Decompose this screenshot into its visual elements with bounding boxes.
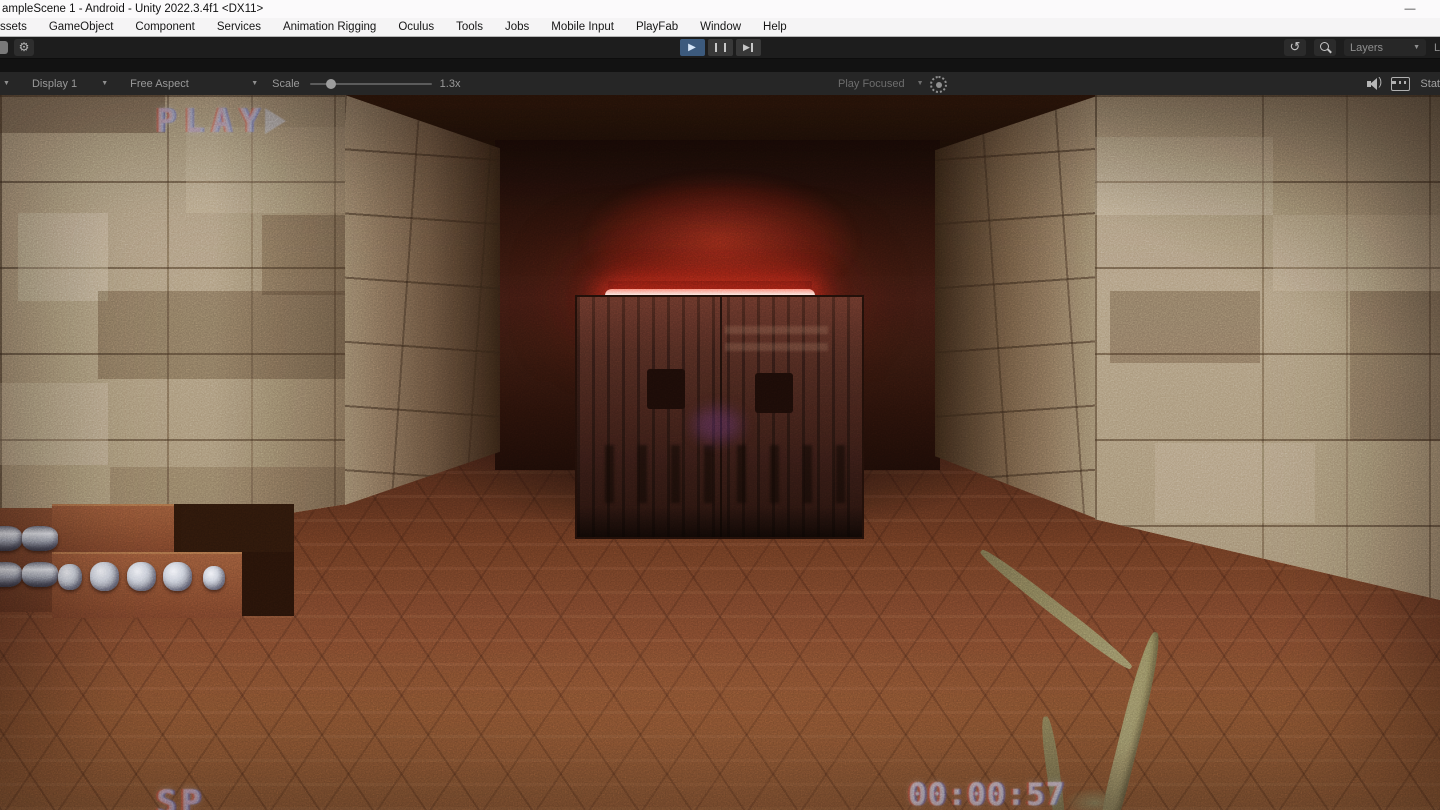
aspect-ratio-dropdown[interactable]: Free Aspect ▼ xyxy=(130,78,258,90)
brick-steps xyxy=(0,500,300,620)
left-stone-wall xyxy=(0,95,345,560)
display-dropdown[interactable]: Display 1 ▼ xyxy=(32,78,108,90)
metal-can xyxy=(0,526,22,551)
scale-value: 1.3x xyxy=(440,78,461,90)
step-shelf xyxy=(0,508,56,612)
metal-can xyxy=(22,526,58,551)
wall-shading xyxy=(1095,95,1440,600)
menu-oculus[interactable]: Oculus xyxy=(398,21,445,33)
door-handle xyxy=(755,373,793,413)
play-focused-dropdown[interactable]: Play Focused ▼ xyxy=(838,72,924,95)
step-shadow xyxy=(238,552,294,616)
metal-can xyxy=(163,562,192,591)
layout-dropdown-clipped[interactable]: L xyxy=(1434,42,1440,54)
menu-playfab[interactable]: PlayFab xyxy=(636,21,689,33)
game-viewport[interactable]: PLAY SP 00:00:57 xyxy=(0,95,1440,810)
menu-animation-rigging[interactable]: Animation Rigging xyxy=(283,21,387,33)
play-icon: ▶ xyxy=(688,43,696,53)
left-wall-receding-face xyxy=(345,95,500,505)
scale-label: Scale xyxy=(272,78,300,90)
layers-label: Layers xyxy=(1350,42,1383,54)
plant-base xyxy=(1063,788,1127,810)
menu-jobs[interactable]: Jobs xyxy=(505,21,540,33)
vhs-play-indicator: PLAY xyxy=(156,101,286,140)
mute-audio-icon[interactable]: ) xyxy=(1367,78,1381,90)
pause-button[interactable] xyxy=(708,39,733,56)
door-stencil-text xyxy=(725,321,828,351)
chevron-down-icon: ▼ xyxy=(101,80,108,87)
display-label: Display 1 xyxy=(32,78,77,90)
game-view-toolbar: ▼ Display 1 ▼ Free Aspect ▼ Scale 1.3x P… xyxy=(0,72,1440,96)
menu-gameobject[interactable]: GameObject xyxy=(49,21,125,33)
right-stone-wall xyxy=(1095,95,1440,600)
play-triangle-icon xyxy=(265,108,286,134)
step-upper xyxy=(52,504,174,554)
menu-mobile-input[interactable]: Mobile Input xyxy=(551,21,625,33)
menu-window[interactable]: Window xyxy=(700,21,752,33)
window-titlebar[interactable]: ampleScene 1 - Android - Unity 2022.3.4f… xyxy=(0,0,1440,18)
door-shadow xyxy=(577,507,862,537)
metal-can xyxy=(203,566,225,590)
vhs-sp-label: SP xyxy=(156,783,205,810)
metal-can xyxy=(22,562,58,587)
chevron-down-icon: ▼ xyxy=(251,80,258,87)
stats-button-clipped[interactable]: Stat xyxy=(1420,78,1440,90)
menu-help[interactable]: Help xyxy=(763,21,798,33)
metal-can xyxy=(58,564,82,590)
right-wall-receding-face xyxy=(935,95,1100,520)
bug-icon[interactable] xyxy=(930,76,947,93)
wall-shading xyxy=(0,95,345,560)
history-icon[interactable]: ↺ xyxy=(1284,39,1306,56)
menu-services[interactable]: Services xyxy=(217,21,272,33)
search-icon[interactable] xyxy=(1314,39,1336,56)
corridor xyxy=(495,140,940,470)
minimize-button[interactable]: — xyxy=(1398,0,1422,18)
step-button[interactable]: ▶ xyxy=(736,39,761,56)
step-shadow xyxy=(168,504,294,552)
unity-toolbar: ⚙ ▶ ▶ ↺ Layers ▼ L xyxy=(0,37,1440,59)
aspect-label: Free Aspect xyxy=(130,78,189,90)
panel-divider xyxy=(0,59,1440,72)
door-handle xyxy=(647,369,685,409)
door-bottom-marks xyxy=(581,445,858,503)
pause-icon xyxy=(715,43,726,52)
menubar: ssets GameObject Component Services Anim… xyxy=(0,18,1440,37)
metal-can xyxy=(0,562,22,587)
chevron-down-icon: ▼ xyxy=(917,80,924,87)
chevron-down-icon: ▼ xyxy=(1413,44,1420,51)
play-focused-label: Play Focused xyxy=(838,78,905,90)
window-title: ampleScene 1 - Android - Unity 2022.3.4f… xyxy=(2,3,263,15)
vhs-glitch-artifact xyxy=(693,408,741,442)
play-button[interactable]: ▶ xyxy=(680,39,705,56)
vhs-timer: 00:00:57 xyxy=(908,777,1065,810)
menu-component[interactable]: Component xyxy=(135,21,205,33)
scale-slider-knob[interactable] xyxy=(326,79,336,89)
plant-blade xyxy=(1095,630,1165,810)
game-tab-caret[interactable]: ▼ xyxy=(3,80,10,87)
keyboard-icon[interactable] xyxy=(1391,77,1410,91)
metal-can xyxy=(90,562,119,591)
scale-slider[interactable] xyxy=(310,83,432,85)
menu-tools[interactable]: Tools xyxy=(456,21,494,33)
step-icon: ▶ xyxy=(743,43,753,52)
metal-can xyxy=(127,562,156,591)
layers-dropdown[interactable]: Layers ▼ xyxy=(1344,39,1426,56)
menu-assets[interactable]: ssets xyxy=(0,21,38,33)
